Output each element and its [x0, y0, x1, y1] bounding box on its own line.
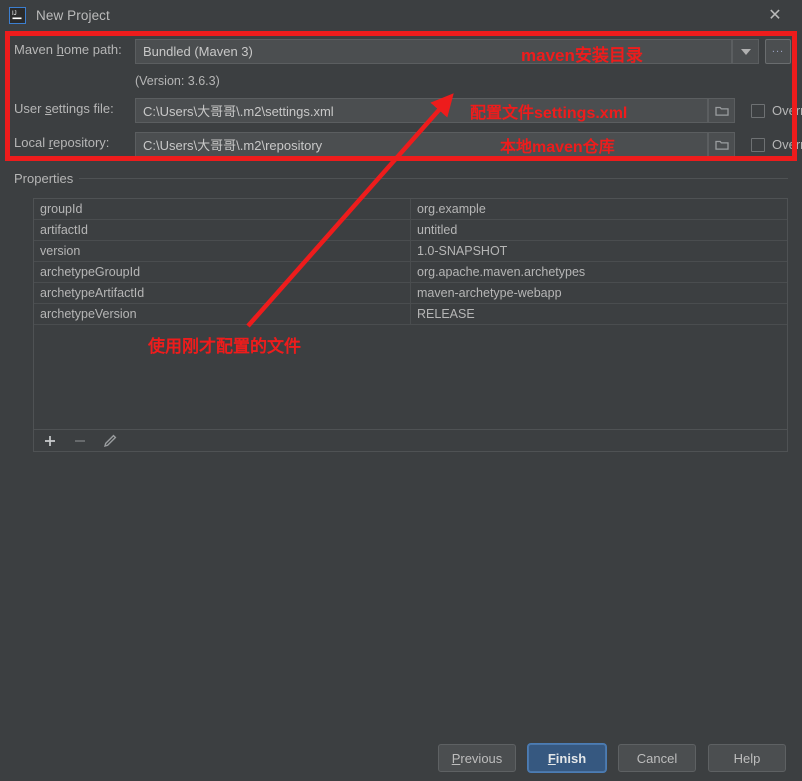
property-key-cell: groupId [34, 199, 411, 219]
properties-separator [14, 178, 788, 179]
table-row[interactable]: archetypeArtifactId maven-archetype-webap… [34, 283, 787, 304]
property-key-cell: archetypeVersion [34, 304, 411, 324]
property-value-cell: RELEASE [417, 307, 475, 321]
properties-section-title: Properties [14, 171, 80, 186]
user-settings-label-wrap: User settings file: [14, 101, 114, 116]
table-row[interactable]: archetypeGroupId org.apache.maven.archety… [34, 262, 787, 283]
local-repository-override-label: Override [772, 137, 802, 152]
folder-icon [714, 106, 729, 116]
maven-home-path-label-wrap: Maven home path: [14, 42, 122, 57]
plus-icon[interactable] [42, 433, 58, 449]
finish-button[interactable]: Finish [528, 744, 606, 772]
properties-toolbar [33, 429, 788, 452]
local-repository-override-checkbox[interactable] [751, 137, 765, 152]
table-row[interactable]: archetypeVersion RELEASE [34, 304, 787, 325]
folder-icon [714, 140, 729, 150]
user-settings-override-toggle[interactable]: Override [751, 103, 802, 118]
user-settings-row: C:\Users\大哥哥\.m2\settings.xml Override [135, 98, 802, 123]
svg-text:IJ: IJ [12, 11, 17, 17]
local-repository-row: C:\Users\大哥哥\.m2\repository Override [135, 132, 802, 157]
local-repository-label-wrap: Local repository: [14, 135, 109, 150]
maven-home-path-row: Bundled (Maven 3) ... [135, 39, 791, 64]
local-repository-browse-button[interactable] [708, 132, 735, 157]
minus-icon[interactable] [72, 433, 88, 449]
property-key-cell: version [34, 241, 411, 261]
user-settings-override-label: Override [772, 103, 802, 118]
user-settings-browse-button[interactable] [708, 98, 735, 123]
title-bar: IJ New Project ✕ [0, 0, 802, 31]
table-row[interactable]: version 1.0-SNAPSHOT [34, 241, 787, 262]
property-key-cell: archetypeGroupId [34, 262, 411, 282]
property-value-cell: org.apache.maven.archetypes [417, 265, 586, 279]
dialog-button-bar: Previous Finish Cancel Help [0, 744, 802, 772]
maven-home-path-label: Maven home path: [14, 42, 122, 57]
properties-table[interactable]: groupId org.example artifactId untitled vers… [33, 198, 788, 452]
maven-home-path-input[interactable]: Bundled (Maven 3) [135, 39, 732, 64]
chevron-down-icon [740, 48, 751, 55]
user-settings-file-label: User settings file: [14, 101, 114, 116]
previous-button[interactable]: Previous [438, 744, 516, 772]
property-value-cell: 1.0-SNAPSHOT [417, 244, 508, 258]
property-value-cell: maven-archetype-webapp [417, 286, 562, 300]
local-repository-label: Local repository: [14, 135, 110, 150]
maven-home-path-browse-button[interactable]: ... [765, 39, 791, 64]
pencil-icon[interactable] [102, 433, 118, 449]
local-repository-override-toggle[interactable]: Override [751, 137, 802, 152]
table-row[interactable]: groupId org.example [34, 199, 787, 220]
window-title: New Project [36, 8, 110, 23]
user-settings-override-checkbox[interactable] [751, 103, 765, 118]
intellij-idea-icon: IJ [9, 7, 26, 24]
table-row[interactable]: artifactId untitled [34, 220, 787, 241]
maven-home-path-dropdown-button[interactable] [732, 39, 759, 64]
property-key-cell: artifactId [34, 220, 411, 240]
maven-version-note: (Version: 3.6.3) [135, 74, 220, 88]
property-value-cell: untitled [417, 223, 458, 237]
help-button[interactable]: Help [708, 744, 786, 772]
new-project-dialog: IJ New Project ✕ Maven home path: Bundle… [0, 0, 802, 781]
properties-table-body: groupId org.example artifactId untitled vers… [34, 199, 787, 325]
cancel-button[interactable]: Cancel [618, 744, 696, 772]
local-repository-input[interactable]: C:\Users\大哥哥\.m2\repository [135, 132, 708, 157]
close-icon[interactable]: ✕ [754, 0, 796, 31]
user-settings-file-input[interactable]: C:\Users\大哥哥\.m2\settings.xml [135, 98, 708, 123]
property-value-cell: org.example [417, 202, 486, 216]
property-key-cell: archetypeArtifactId [34, 283, 411, 303]
